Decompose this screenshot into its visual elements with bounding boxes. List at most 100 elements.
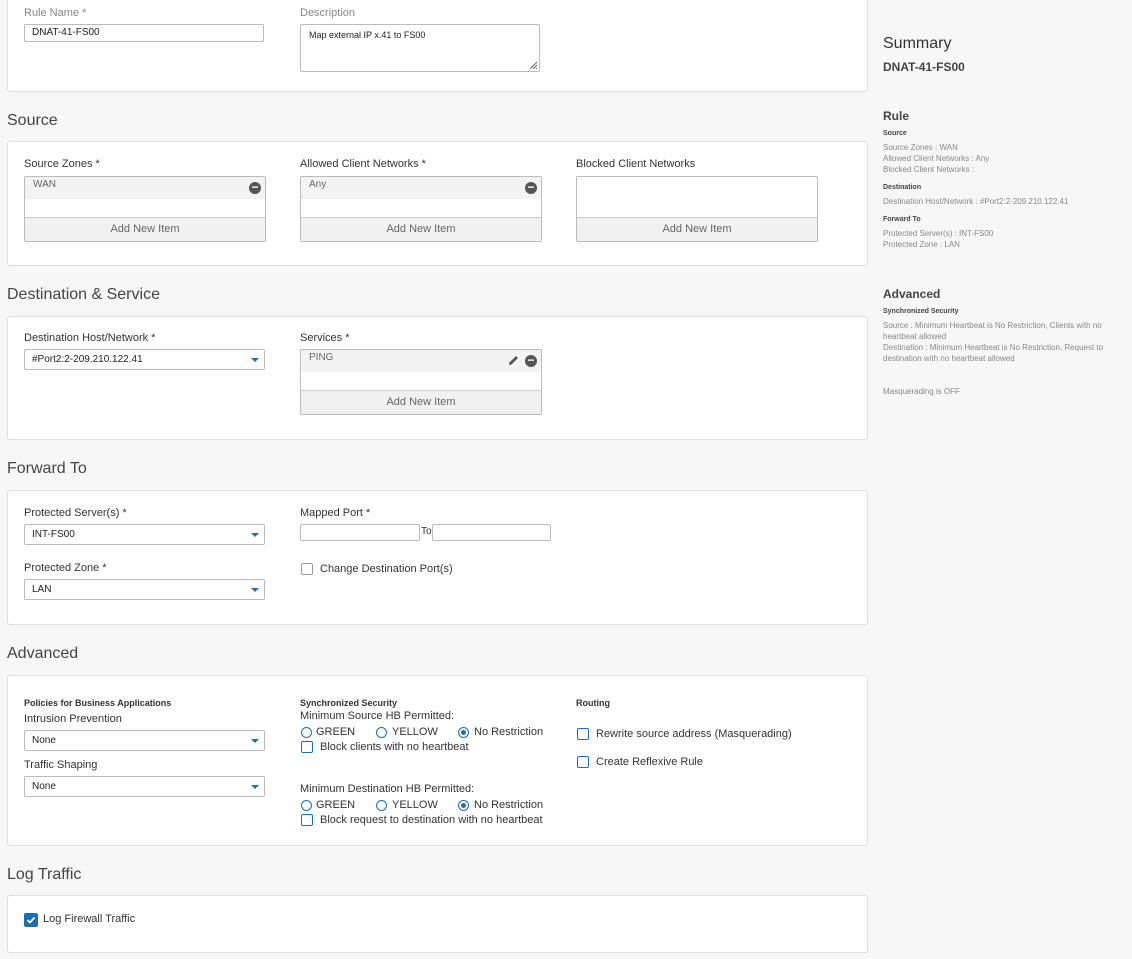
list-item-label: Any [309, 179, 327, 190]
summary-panel: Summary DNAT-41-FS00 Rule Source Source … [872, 0, 1132, 959]
list-item: PING − [301, 350, 541, 372]
edit-icon[interactable] [507, 354, 520, 367]
destination-host-label: Destination Host/Network * [24, 332, 156, 344]
summary-sync-source: Source : Minimum Heartbeat is No Restric… [883, 321, 1102, 341]
traffic-shaping-label: Traffic Shaping [24, 759, 98, 771]
remove-icon[interactable]: − [525, 181, 537, 194]
routing-header: Routing [576, 698, 610, 708]
min-source-hb-label: Minimum Source HB Permitted: [300, 710, 455, 722]
select-value: #Port2:2-209.210.122.41 [32, 354, 143, 365]
block-dest-label: Block request to destination with no hea… [320, 814, 543, 826]
source-card: Source Zones * WAN − Add New Item Allowe… [7, 141, 868, 266]
block-dest-checkbox[interactable] [301, 814, 313, 826]
add-new-item-button[interactable]: Add New Item [577, 217, 817, 241]
summary-rule-header: Rule [883, 109, 910, 123]
add-new-item-button[interactable]: Add New Item [301, 217, 541, 241]
source-no-restriction-label: No Restriction [474, 726, 544, 738]
protected-servers-label: Protected Server(s) * [24, 507, 127, 519]
source-green-label: GREEN [316, 726, 356, 738]
protected-servers-select[interactable]: INT-FS00 [24, 524, 265, 545]
list-item-label: PING [309, 352, 334, 363]
select-value: None [32, 781, 56, 792]
source-green-radio[interactable] [301, 727, 312, 738]
description-text: Map external IP x.41 to FS00 [309, 30, 426, 40]
chevron-down-icon [251, 588, 259, 592]
destination-host-select[interactable]: #Port2:2-209.210.122.41 [24, 349, 265, 370]
list-item: Any − [301, 177, 541, 199]
source-zones-label: Source Zones * [24, 158, 100, 170]
summary-forward-header: Forward To [883, 216, 921, 223]
rule-name-input[interactable]: DNAT-41-FS00 [24, 24, 264, 42]
intrusion-prevention-select[interactable]: None [24, 730, 265, 751]
log-title: Log Traffic [7, 866, 82, 883]
dest-no-restriction-radio[interactable] [458, 800, 469, 811]
advanced-title: Advanced [7, 645, 79, 662]
masquerading-label: Rewrite source address (Masquerading) [596, 728, 792, 740]
list-item-label: WAN [33, 179, 56, 190]
allowed-networks-label: Allowed Client Networks * [300, 158, 426, 170]
summary-protected-zone: Protected Zone : LAN [883, 240, 960, 249]
dest-green-radio[interactable] [301, 800, 312, 811]
block-clients-checkbox[interactable] [301, 741, 313, 753]
log-card: Log Firewall Traffic [7, 895, 868, 953]
chevron-down-icon [251, 358, 259, 362]
summary-blocked-networks: Blocked Client Networks : [883, 165, 975, 174]
forward-card: Protected Server(s) * INT-FS00 Protected… [7, 490, 868, 625]
allowed-networks-list: Any − Add New Item [300, 176, 542, 242]
select-value: INT-FS00 [32, 529, 75, 540]
source-no-restriction-radio[interactable] [458, 727, 469, 738]
add-new-item-button[interactable]: Add New Item [301, 390, 541, 414]
mapped-port-from-input[interactable] [300, 524, 420, 541]
masquerading-checkbox[interactable] [577, 728, 589, 740]
summary-destination-host: Destination Host/Network : #Port2:2-209.… [883, 197, 1069, 206]
dest-yellow-label: YELLOW [392, 799, 438, 811]
destination-card: Destination Host/Network * #Port2:2-209.… [7, 316, 868, 440]
checkmark-icon [26, 916, 36, 924]
change-port-checkbox[interactable] [301, 563, 313, 575]
advanced-card: Policies for Business Applications Intru… [7, 675, 868, 846]
intrusion-prevention-label: Intrusion Prevention [24, 713, 122, 725]
chevron-down-icon [251, 739, 259, 743]
services-list: PING − Add New Item [300, 349, 542, 415]
source-yellow-radio[interactable] [376, 727, 387, 738]
blocked-networks-list: Add New Item [576, 176, 818, 242]
blocked-networks-label: Blocked Client Networks [576, 158, 696, 170]
log-firewall-checkbox[interactable] [24, 913, 38, 927]
summary-masquerading: Masquerading is OFF [883, 387, 960, 396]
resize-grip-icon[interactable] [530, 62, 537, 69]
description-textarea[interactable]: Map external IP x.41 to FS00 [300, 24, 540, 72]
mapped-port-label: Mapped Port * [300, 507, 371, 519]
summary-destination-header: Destination [883, 184, 922, 191]
summary-protected-servers: Protected Server(s) : INT-FS00 [883, 229, 994, 238]
services-label: Services * [300, 332, 350, 344]
change-port-label: Change Destination Port(s) [320, 563, 453, 575]
mapped-port-to-input[interactable] [432, 524, 551, 541]
select-value: LAN [32, 584, 52, 595]
summary-source-zones: Source Zones : WAN [883, 143, 958, 152]
log-firewall-label: Log Firewall Traffic [43, 913, 136, 925]
reflexive-rule-checkbox[interactable] [577, 756, 589, 768]
remove-icon[interactable]: − [525, 354, 537, 367]
traffic-shaping-select[interactable]: None [24, 776, 265, 797]
dest-yellow-radio[interactable] [376, 800, 387, 811]
summary-sync-header: Synchronized Security [883, 308, 959, 315]
summary-allowed-networks: Allowed Client Networks : Any [883, 154, 990, 163]
reflexive-rule-label: Create Reflexive Rule [596, 756, 703, 768]
summary-rule-name: DNAT-41-FS00 [883, 60, 965, 74]
summary-source-header: Source [883, 130, 907, 137]
source-zones-list: WAN − Add New Item [24, 176, 266, 242]
summary-title: Summary [883, 35, 952, 52]
dest-no-restriction-label: No Restriction [474, 799, 544, 811]
description-label: Description [300, 7, 356, 19]
add-new-item-button[interactable]: Add New Item [25, 217, 265, 241]
source-title: Source [7, 112, 58, 129]
chevron-down-icon [251, 533, 259, 537]
remove-icon[interactable]: − [249, 181, 261, 194]
protected-zone-select[interactable]: LAN [24, 579, 265, 600]
policies-header: Policies for Business Applications [24, 698, 172, 708]
destination-title: Destination & Service [7, 286, 160, 303]
select-value: None [32, 735, 56, 746]
chevron-down-icon [251, 785, 259, 789]
summary-sync-destination: Destination : Minimum Heartbeat is No Re… [883, 343, 1104, 363]
forward-title: Forward To [7, 460, 87, 477]
